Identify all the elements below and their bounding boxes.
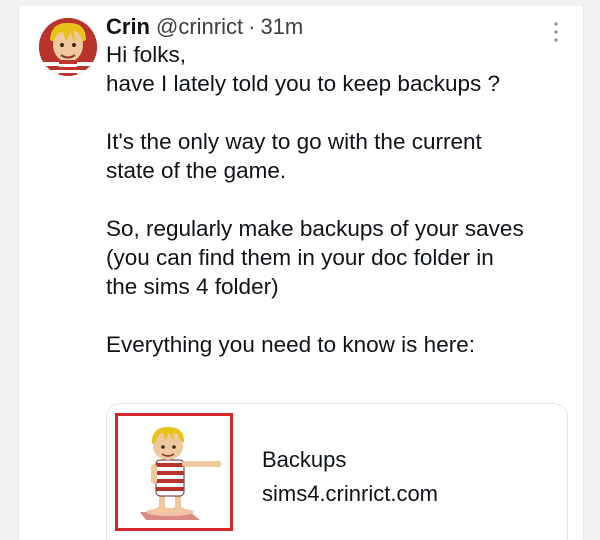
post-paragraph: Hi folks, have I lately told you to keep…	[106, 40, 576, 98]
link-preview-card[interactable]: Backups sims4.crinrict.com	[106, 403, 568, 540]
header-separator: ·	[248, 14, 256, 39]
tweet-card[interactable]: Crin @crinrict · 31m Hi folks, have I la…	[18, 6, 584, 540]
post-line: It's the only way to go with the current	[106, 129, 482, 154]
cartoon-avatar-icon	[39, 18, 97, 76]
post-timestamp[interactable]: 31m	[260, 12, 303, 42]
post-line: (you can find them in your doc folder in	[106, 245, 494, 270]
link-thumbnail	[115, 413, 233, 531]
post-body: Hi folks, have I lately told you to keep…	[106, 40, 576, 388]
post-line: So, regularly make backups of your saves	[106, 216, 524, 241]
author-handle[interactable]: @crinrict	[156, 12, 243, 42]
post-paragraph: It's the only way to go with the current…	[106, 127, 576, 185]
post-line: Hi folks,	[106, 42, 187, 67]
post-line: Everything you need to know is here:	[106, 332, 475, 357]
post-line: have I lately told you to keep backups ?	[106, 71, 501, 96]
link-title[interactable]: Backups	[262, 446, 346, 474]
link-domain[interactable]: sims4.crinrict.com	[262, 480, 438, 508]
cartoon-sim-thumbnail-icon	[140, 427, 222, 520]
author-avatar[interactable]	[39, 18, 97, 76]
post-line: the sims 4 folder)	[106, 274, 279, 299]
post-paragraph: So, regularly make backups of your saves…	[106, 214, 576, 301]
author-name[interactable]: Crin	[106, 12, 150, 42]
post-header: Crin @crinrict · 31m	[106, 12, 303, 42]
post-line: state of the game.	[106, 158, 287, 183]
post-paragraph: Everything you need to know is here:	[106, 330, 576, 359]
